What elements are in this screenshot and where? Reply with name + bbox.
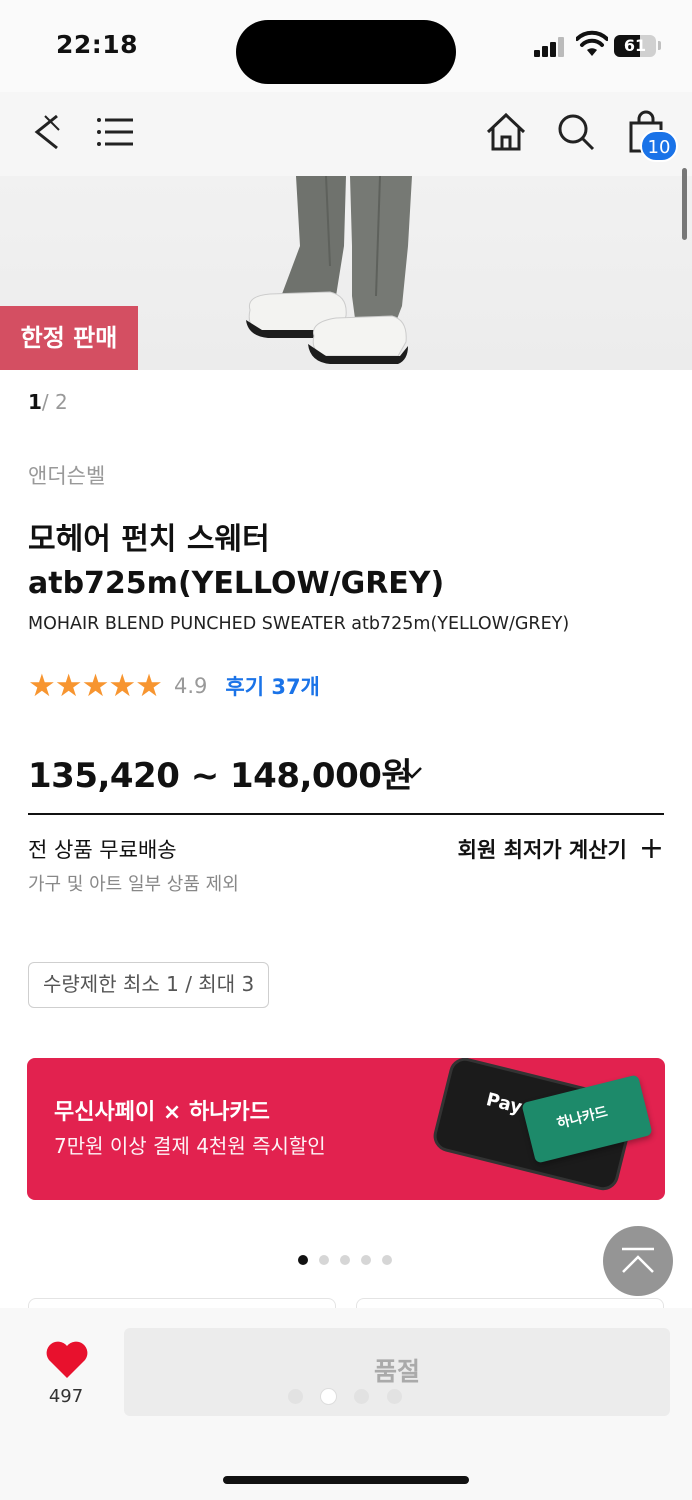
cellular-signal-icon bbox=[534, 37, 566, 57]
cart-count-badge: 10 bbox=[640, 130, 678, 162]
reviews-link[interactable]: 후기 37개 bbox=[225, 671, 320, 701]
product-title-line2: atb725m(YELLOW/GREY) bbox=[28, 566, 445, 601]
pager-current: 1 bbox=[28, 390, 42, 414]
price-range: 135,420 ~ 148,000원 bbox=[28, 756, 413, 796]
promo-title: 무신사페이 × 하나카드 bbox=[54, 1100, 270, 1125]
status-bar: 22:18 61 bbox=[0, 0, 692, 92]
home-indicator[interactable] bbox=[223, 1476, 469, 1484]
battery-icon: 61 bbox=[614, 35, 656, 57]
quantity-limit-badge: 수량제한 최소 1 / 최대 3 bbox=[28, 962, 270, 1008]
top-navigation bbox=[0, 92, 692, 176]
product-title-line1: 모헤어 펀치 스웨터 bbox=[28, 522, 270, 557]
page-scrollbar[interactable] bbox=[682, 168, 687, 240]
shipping-note: 가구 및 아트 일부 상품 제외 bbox=[28, 874, 239, 895]
floating-dot bbox=[321, 1389, 336, 1404]
image-pager: 1/ 2 bbox=[28, 390, 68, 414]
card-logo: 하나카드 bbox=[555, 1104, 610, 1133]
search-button[interactable] bbox=[550, 106, 602, 158]
home-icon bbox=[486, 112, 526, 151]
price-expand-button[interactable] bbox=[400, 760, 424, 788]
pay-label: Pay bbox=[484, 1089, 525, 1119]
wifi-icon bbox=[575, 30, 609, 58]
product-title: 모헤어 펀치 스웨터 atb725m(YELLOW/GREY) bbox=[28, 518, 668, 606]
banner-dot[interactable] bbox=[361, 1255, 371, 1265]
product-english-name: MOHAIR BLEND PUNCHED SWEATER atb725m(YEL… bbox=[28, 614, 570, 634]
status-time: 22:18 bbox=[56, 30, 139, 59]
promo-banner[interactable]: 무신사페이 × 하나카드 7만원 이상 결제 4천원 즉시할인 Pay 하나카드 bbox=[27, 1058, 665, 1200]
rating-row: ★★★★★ 4.9 후기 37개 bbox=[28, 668, 320, 704]
heart-icon bbox=[46, 1341, 88, 1378]
chevron-down-icon bbox=[402, 767, 422, 779]
floating-dot bbox=[354, 1389, 369, 1404]
battery-level: 61 bbox=[623, 36, 647, 55]
search-icon bbox=[558, 114, 595, 151]
calculator-label: 회원 최저가 계산기 bbox=[457, 838, 627, 862]
banner-dot[interactable] bbox=[340, 1255, 350, 1265]
plus-icon: + bbox=[638, 831, 664, 866]
menu-button[interactable] bbox=[90, 106, 142, 158]
floating-dot bbox=[288, 1389, 303, 1404]
like-button[interactable] bbox=[40, 1340, 94, 1384]
home-button[interactable] bbox=[480, 106, 532, 158]
dynamic-island bbox=[236, 20, 456, 84]
battery-cap bbox=[658, 41, 661, 50]
rating-stars-icon: ★★★★★ bbox=[28, 668, 163, 704]
limited-sale-badge: 한정 판매 bbox=[0, 306, 138, 370]
back-button[interactable] bbox=[20, 106, 72, 158]
banner-dot[interactable] bbox=[319, 1255, 329, 1265]
floating-dot bbox=[387, 1389, 402, 1404]
hamburger-menu-icon bbox=[97, 118, 133, 146]
scroll-to-top-button[interactable] bbox=[603, 1226, 673, 1296]
brand-link[interactable]: 앤더슨벨 bbox=[28, 460, 105, 490]
back-chevron-icon bbox=[34, 114, 60, 150]
pager-separator: / bbox=[41, 390, 49, 414]
rating-score: 4.9 bbox=[173, 674, 208, 698]
member-price-calculator-button[interactable]: 회원 최저가 계산기 + bbox=[458, 834, 664, 864]
banner-dot[interactable] bbox=[298, 1255, 308, 1265]
price-divider bbox=[28, 813, 664, 815]
banner-dot[interactable] bbox=[382, 1255, 392, 1265]
banner-pagination bbox=[298, 1255, 392, 1265]
promo-subtitle: 7만원 이상 결제 4천원 즉시할인 bbox=[54, 1134, 326, 1158]
shipping-title: 전 상품 무료배송 bbox=[28, 838, 177, 862]
pager-total: 2 bbox=[55, 390, 68, 414]
like-count: 497 bbox=[48, 1386, 84, 1407]
arrow-up-icon bbox=[622, 1247, 654, 1273]
floating-pagination bbox=[288, 1389, 402, 1404]
